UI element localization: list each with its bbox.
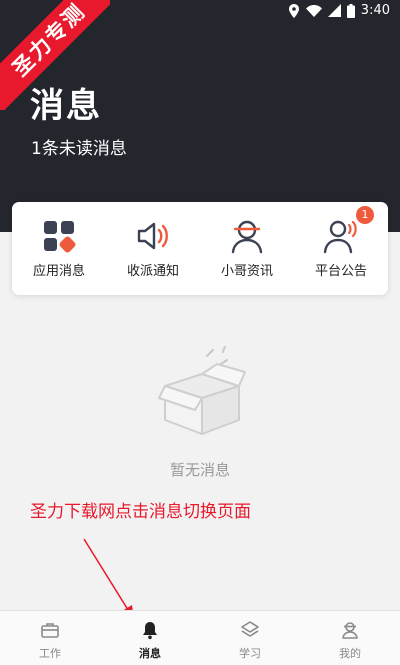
unread-count: 1条未读消息 <box>31 139 127 159</box>
category-label: 小哥资讯 <box>220 264 273 279</box>
courier-icon <box>231 220 263 254</box>
category-label: 收派通知 <box>126 264 179 279</box>
app-grid-icon <box>44 221 76 253</box>
unread-badge: 1 <box>356 206 374 224</box>
category-delivery-notice[interactable]: 收派通知 <box>106 202 200 295</box>
announcer-icon <box>323 220 357 254</box>
nav-label: 学习 <box>239 647 261 660</box>
battery-icon <box>346 3 355 18</box>
category-label: 应用消息 <box>32 264 85 279</box>
empty-state-text: 暂无消息 <box>169 461 230 479</box>
category-platform-announcement[interactable]: 1 平台公告 <box>294 202 388 295</box>
signal-icon <box>327 4 341 17</box>
location-icon <box>288 3 299 18</box>
category-app-messages[interactable]: 应用消息 <box>12 202 106 295</box>
profile-icon <box>342 622 358 639</box>
bottom-nav: 工作 消息 学习 我的 <box>0 610 400 665</box>
empty-box-icon <box>158 346 246 435</box>
annotation-text: 圣力下载网点击消息切换页面 <box>30 502 251 522</box>
speaker-icon <box>137 222 168 250</box>
page-title: 消息 <box>30 86 102 126</box>
category-courier-news[interactable]: 小哥资讯 <box>200 202 294 295</box>
category-label: 平台公告 <box>314 264 367 279</box>
nav-study[interactable]: 学习 <box>200 611 300 665</box>
nav-label: 我的 <box>339 647 361 660</box>
wifi-icon <box>305 4 322 17</box>
category-card: 应用消息 收派通知 小哥资讯 1 平台公告 <box>12 202 388 295</box>
header: 3:40 圣力专测 消息 1条未读消息 <box>0 0 400 232</box>
bell-icon <box>143 622 157 640</box>
nav-mine[interactable]: 我的 <box>300 611 400 665</box>
status-time: 3:40 <box>360 3 390 18</box>
nav-work[interactable]: 工作 <box>0 611 100 665</box>
nav-messages[interactable]: 消息 <box>100 611 200 665</box>
toolbox-icon <box>41 623 59 638</box>
nav-label: 工作 <box>39 647 61 660</box>
nav-label: 消息 <box>139 647 161 660</box>
layers-icon <box>241 621 259 637</box>
